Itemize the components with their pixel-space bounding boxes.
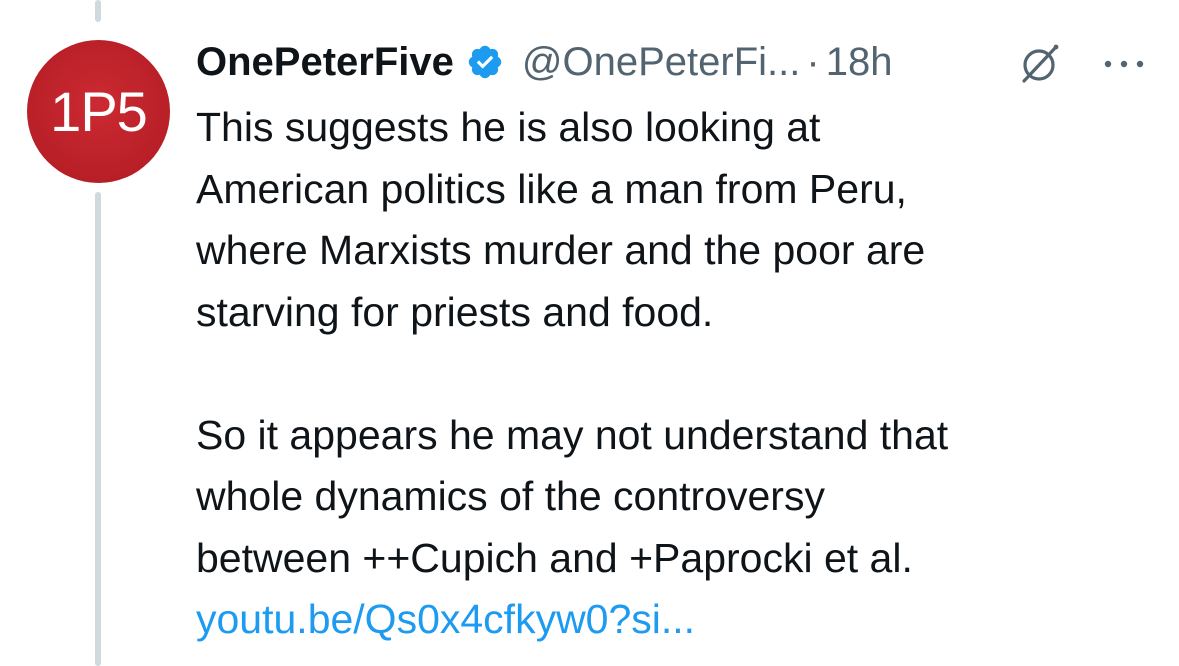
verified-badge-icon[interactable] bbox=[466, 43, 504, 81]
timestamp[interactable]: 18h bbox=[826, 40, 893, 85]
tweet-paragraph-1: This suggests he is also looking at Amer… bbox=[196, 104, 926, 335]
thread-line-top bbox=[95, 0, 101, 22]
avatar[interactable]: 1P5 bbox=[27, 40, 170, 183]
separator-dot: · bbox=[806, 39, 820, 84]
more-icon[interactable] bbox=[1100, 54, 1148, 74]
avatar-text: 1P5 bbox=[50, 80, 148, 143]
author-display-name[interactable]: OnePeterFive bbox=[196, 40, 454, 85]
grok-icon[interactable] bbox=[1018, 42, 1062, 86]
tweet-text: This suggests he is also looking at Amer… bbox=[196, 97, 1156, 651]
tweet-header: OnePeterFive @OnePeterFi... · 18h bbox=[196, 34, 892, 90]
tweet-paragraph-2: So it appears he may not understand that… bbox=[196, 411, 949, 581]
tweet-link[interactable]: youtu.be/Qs0x4cfkyw0?si... bbox=[196, 589, 1156, 651]
thread-line-bottom bbox=[95, 192, 101, 666]
author-handle[interactable]: @OnePeterFi... bbox=[522, 40, 800, 85]
